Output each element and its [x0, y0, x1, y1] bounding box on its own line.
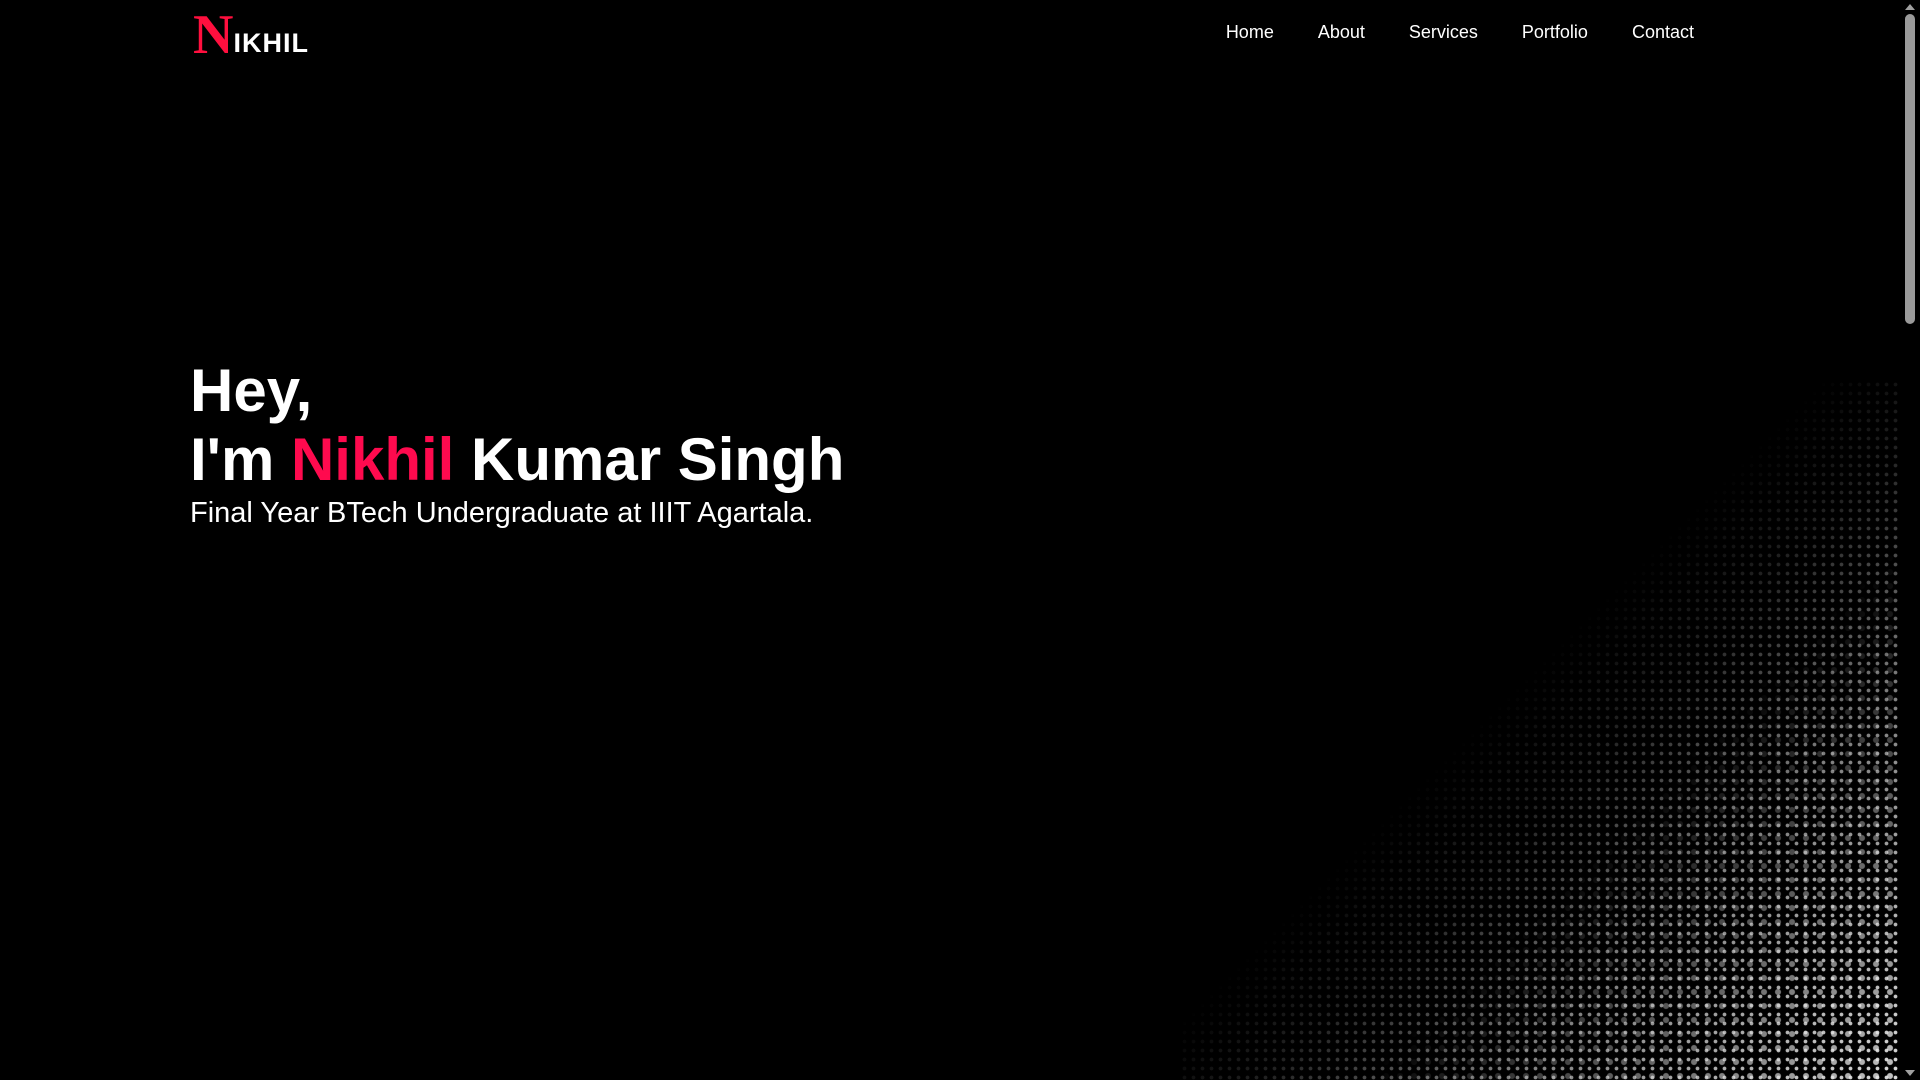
- nav-item-contact[interactable]: Contact: [1632, 22, 1694, 43]
- hero-greeting: Hey,: [190, 357, 313, 424]
- halftone-dot-pattern-large: [1180, 380, 1900, 1080]
- hero-name-highlight: Nikhil: [290, 426, 455, 493]
- hero-subtitle: Final Year BTech Undergraduate at IIIT A…: [190, 497, 814, 529]
- hero-name-line: I'm Nikhil Kumar Singh: [190, 427, 844, 493]
- hero-name-rest: Kumar Singh: [454, 426, 845, 493]
- nav-item-portfolio[interactable]: Portfolio: [1522, 22, 1588, 43]
- scrollbar-thumb[interactable]: [1905, 14, 1915, 324]
- vertical-scrollbar[interactable]: [1900, 0, 1920, 1080]
- site-header: N IKHIL Home About Services Portfolio Co…: [0, 0, 1900, 66]
- nav-item-home[interactable]: Home: [1226, 22, 1274, 43]
- chevron-up-icon[interactable]: [1905, 4, 1915, 10]
- hero-intro-prefix: I'm: [190, 426, 291, 493]
- nav-item-about[interactable]: About: [1318, 22, 1365, 43]
- hero-section: Hey, I'm Nikhil Kumar Singh Final Year B…: [190, 355, 844, 531]
- logo-link[interactable]: N IKHIL: [193, 4, 309, 66]
- logo-initial: N: [193, 4, 234, 66]
- main-nav: Home About Services Portfolio Contact: [1226, 22, 1694, 43]
- logo-text: IKHIL: [233, 28, 309, 58]
- nav-item-services[interactable]: Services: [1409, 22, 1478, 43]
- chevron-down-icon[interactable]: [1905, 1070, 1915, 1076]
- page-viewport: N IKHIL Home About Services Portfolio Co…: [0, 0, 1900, 1080]
